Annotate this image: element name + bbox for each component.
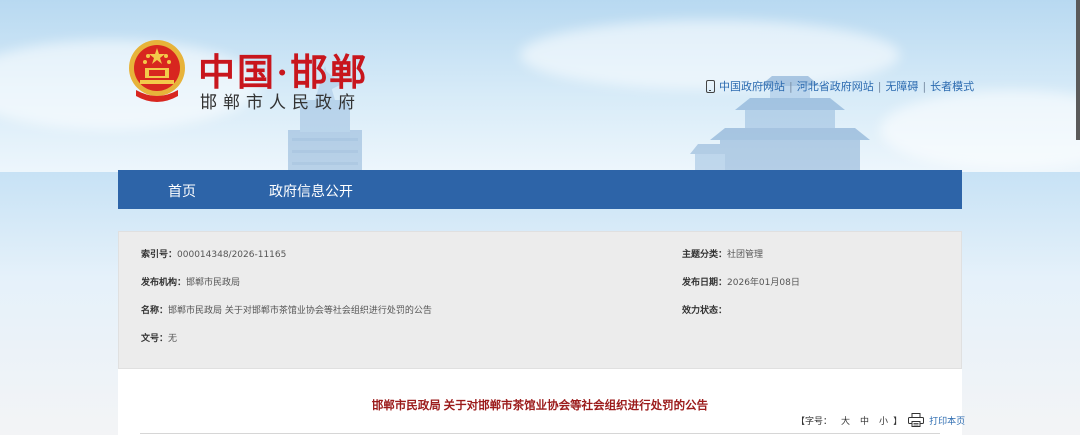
printer-icon[interactable]: [908, 413, 925, 427]
divider: [140, 433, 940, 434]
meta-topic: 主题分类：社团管理: [682, 250, 764, 260]
mobile-phone-icon: [706, 79, 715, 93]
link-separator: |: [922, 79, 927, 93]
print-page-link[interactable]: 打印本页: [929, 414, 965, 427]
link-gov-cn[interactable]: 中国政府网站: [719, 78, 785, 94]
font-size-label: 【字号：: [796, 416, 833, 427]
link-hebei-gov[interactable]: 河北省政府网站: [797, 78, 874, 94]
font-size-small-button[interactable]: 小: [879, 414, 888, 427]
link-separator: |: [877, 79, 882, 93]
main-nav: 首页 政府信息公开: [118, 170, 962, 209]
site-header: 中国·邯郸 邯郸市人民政府 中国政府网站 | 河北省政府网站 | 无障碍 | 长…: [0, 0, 1080, 172]
meta-date: 发布日期：2026年01月08日: [682, 278, 800, 288]
font-size-medium-button[interactable]: 中: [860, 414, 869, 427]
article-title: 邯郸市民政局 关于对邯郸市茶馆业协会等社会组织进行处罚的公告: [371, 400, 709, 412]
cloud-decoration: [880, 90, 1080, 170]
link-elder-mode[interactable]: 长者模式: [930, 78, 974, 94]
article-tools: 【字号： 大 中 小 】 打印本页: [796, 413, 969, 427]
national-emblem-icon: [129, 40, 185, 102]
meta-name: 名称：邯郸市民政局 关于对邯郸市茶馆业协会等社会组织进行处罚的公告: [141, 306, 432, 316]
meta-index-no: 索引号：000014348/2026-11165: [141, 250, 287, 260]
document-metadata: 索引号：000014348/2026-11165 主题分类：社团管理 发布机构：…: [118, 231, 962, 369]
link-separator: |: [789, 79, 793, 93]
scrollbar[interactable]: [1076, 0, 1080, 140]
font-size-close: 】: [893, 416, 903, 427]
site-subtitle: 邯郸市人民政府: [200, 93, 361, 112]
article-body: 邯郸市民政局 关于对邯郸市茶馆业协会等社会组织进行处罚的公告 【字号： 大 中 …: [118, 369, 965, 435]
meta-publisher: 发布机构：邯郸市民政局: [141, 278, 241, 288]
meta-status: 效力状态：: [682, 306, 728, 316]
nav-item-home[interactable]: 首页: [168, 181, 196, 201]
font-size-large-button[interactable]: 大: [841, 414, 850, 427]
meta-doc-no: 文号：无: [141, 334, 178, 344]
nav-item-info-disclosure[interactable]: 政府信息公开: [269, 181, 353, 201]
link-accessibility[interactable]: 无障碍: [885, 78, 918, 94]
top-links: 中国政府网站 | 河北省政府网站 | 无障碍 | 长者模式: [706, 78, 974, 94]
